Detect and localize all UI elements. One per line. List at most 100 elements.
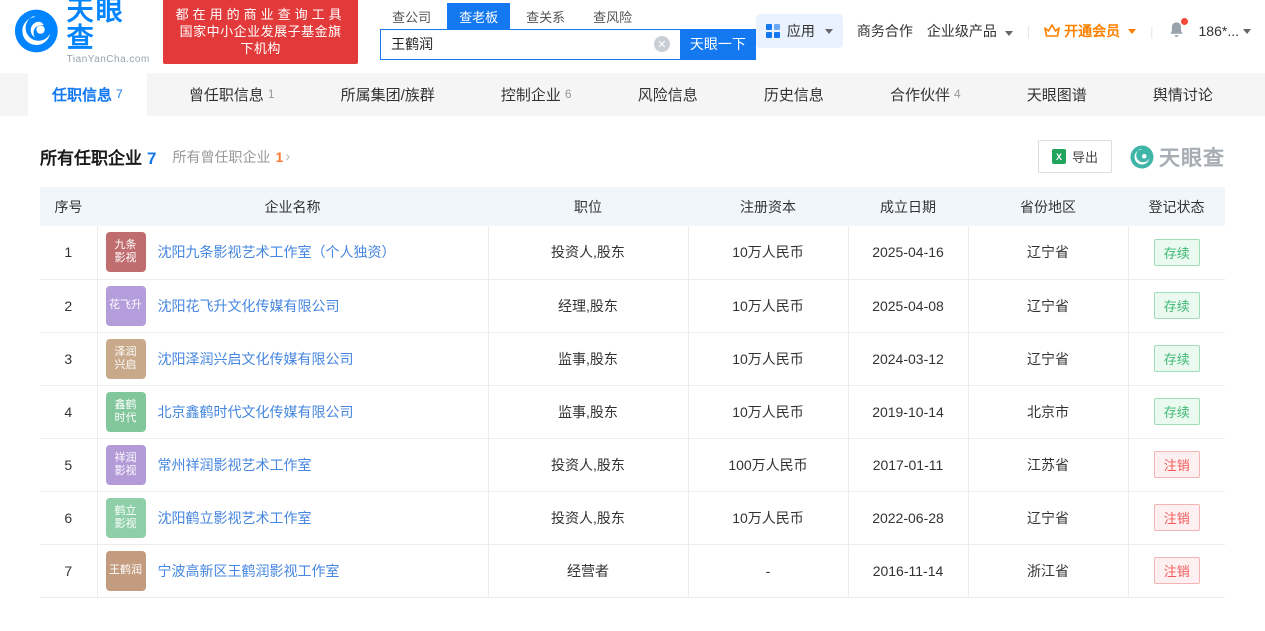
search-tab[interactable]: 查老板 bbox=[447, 2, 511, 29]
company-cell: 祥润 影视 常州祥润影视艺术工作室 bbox=[97, 438, 489, 492]
company-cell: 泽润 兴启 沈阳泽润兴启文化传媒有限公司 bbox=[97, 332, 489, 386]
search-tab[interactable]: 查公司 bbox=[380, 3, 443, 29]
capital-cell: 10万人民币 bbox=[688, 385, 849, 439]
detail-tab-label: 天眼图谱 bbox=[1026, 87, 1087, 104]
company-link[interactable]: 沈阳九条影视艺术工作室（个人独资） bbox=[158, 242, 396, 262]
company-link[interactable]: 沈阳鹤立影视艺术工作室 bbox=[158, 508, 312, 528]
detail-tab-bar: 任职信息 7 曾任职信息 1 所属集团/族群 控制企业 6 风险信息 历史信息 合作伙伴 4 天眼图谱… bbox=[0, 73, 1265, 116]
table-row: 5 祥润 影视 常州祥润影视艺术工作室 投资人,股东 100万人民币 2017-01-… bbox=[40, 438, 1225, 492]
search-tab[interactable]: 查关系 bbox=[514, 3, 577, 29]
company-link[interactable]: 常州祥润影视艺术工作室 bbox=[158, 455, 312, 475]
search-tab[interactable]: 查风险 bbox=[581, 3, 644, 29]
top-header: 天眼查 TianYanCha.com 都在用的商业查询工具 国家中小企业发展子基… bbox=[0, 0, 1265, 65]
date-cell: 2024-03-12 bbox=[848, 332, 969, 386]
detail-tab-label: 舆情讨论 bbox=[1152, 87, 1213, 104]
status-badge: 存续 bbox=[1153, 292, 1200, 319]
column-header: 职位 bbox=[488, 187, 688, 226]
date-cell: 2016-11-14 bbox=[848, 544, 969, 598]
company-logo: 鑫鹤 时代 bbox=[105, 391, 146, 432]
row-number: 4 bbox=[40, 385, 98, 439]
company-link[interactable]: 沈阳花飞升文化传媒有限公司 bbox=[158, 296, 340, 316]
company-link[interactable]: 沈阳泽润兴启文化传媒有限公司 bbox=[158, 349, 354, 369]
company-logo-text: 王鹤润 bbox=[109, 564, 142, 576]
chevron-down-icon bbox=[1128, 28, 1137, 34]
detail-tab[interactable]: 风险信息 bbox=[614, 73, 722, 116]
region-cell: 辽宁省 bbox=[968, 491, 1129, 545]
former-positions-count: 1 bbox=[275, 148, 284, 165]
company-logo-text: 泽润 bbox=[114, 345, 137, 358]
region-cell: 辽宁省 bbox=[968, 332, 1129, 386]
search-input[interactable] bbox=[391, 36, 654, 52]
watermark-text: 天眼查 bbox=[1159, 146, 1225, 170]
former-positions-link[interactable]: 所有曾任职企业 1 › bbox=[172, 147, 290, 167]
position-cell: 投资人,股东 bbox=[488, 491, 689, 545]
date-cell: 2017-01-11 bbox=[848, 438, 969, 492]
capital-cell: 100万人民币 bbox=[688, 438, 849, 492]
detail-tab-count: 6 bbox=[564, 86, 572, 101]
search-area: 查公司查老板查关系查风险 ✕ 天眼一下 bbox=[380, 2, 756, 60]
notifications-button[interactable] bbox=[1168, 18, 1188, 41]
row-number: 7 bbox=[40, 544, 98, 598]
detail-tab[interactable]: 控制企业 6 bbox=[477, 73, 596, 116]
detail-tab-label: 历史信息 bbox=[763, 87, 824, 104]
apps-menu[interactable]: 应用 bbox=[755, 14, 843, 48]
export-button[interactable]: X 导出 bbox=[1037, 140, 1112, 173]
tianyancha-logo-icon bbox=[14, 9, 58, 53]
detail-tab[interactable]: 任职信息 7 bbox=[28, 73, 147, 116]
position-cell: 监事,股东 bbox=[488, 332, 689, 386]
row-number: 3 bbox=[40, 332, 98, 386]
search-button[interactable]: 天眼一下 bbox=[679, 28, 756, 60]
detail-tab-count: 4 bbox=[953, 86, 961, 101]
company-cell: 鹤立 影视 沈阳鹤立影视艺术工作室 bbox=[97, 491, 489, 545]
column-header: 省份地区 bbox=[968, 187, 1128, 226]
table-row: 7 王鹤润 宁波高新区王鹤润影视工作室 经营者 -2016-11-14 浙江省 注销 bbox=[40, 544, 1225, 598]
capital-cell: 10万人民币 bbox=[688, 332, 849, 386]
chevron-right-icon: › bbox=[285, 148, 291, 165]
company-logo-text: 影视 bbox=[114, 464, 137, 477]
enterprise-products-link[interactable]: 企业级产品 bbox=[927, 21, 1013, 41]
detail-tab-label: 所属集团/族群 bbox=[340, 87, 435, 104]
company-link[interactable]: 北京鑫鹤时代文化传媒有限公司 bbox=[158, 402, 354, 422]
column-header: 企业名称 bbox=[97, 187, 488, 226]
status-badge: 存续 bbox=[1153, 398, 1200, 425]
status-cell: 存续 bbox=[1128, 385, 1225, 439]
status-cell: 存续 bbox=[1128, 279, 1225, 333]
logo-domain-text: TianYanCha.com bbox=[66, 53, 150, 65]
detail-tab-label: 合作伙伴 bbox=[889, 87, 950, 104]
detail-tab[interactable]: 历史信息 bbox=[740, 73, 848, 116]
position-cell: 投资人,股东 bbox=[488, 226, 689, 280]
detail-tab[interactable]: 合作伙伴 4 bbox=[866, 73, 985, 116]
excel-icon: X bbox=[1051, 149, 1066, 164]
detail-tab-count: 1 bbox=[267, 86, 275, 101]
promo-banner: 都在用的商业查询工具 国家中小企业发展子基金旗下机构 bbox=[163, 0, 359, 64]
business-cooperation-link[interactable]: 商务合作 bbox=[857, 21, 913, 41]
status-cell: 注销 bbox=[1128, 544, 1225, 598]
detail-tab-label: 任职信息 bbox=[52, 87, 113, 104]
capital-cell: - bbox=[688, 544, 849, 598]
company-link[interactable]: 宁波高新区王鹤润影视工作室 bbox=[158, 561, 340, 581]
tianyancha-logo[interactable]: 天眼查 TianYanCha.com bbox=[14, 0, 151, 65]
detail-tab[interactable]: 曾任职信息 1 bbox=[165, 73, 299, 116]
section-header: 所有任职企业 7 所有曾任职企业 1 › X 导出 天眼查 bbox=[0, 116, 1265, 187]
company-logo: 鹤立 影视 bbox=[105, 497, 146, 538]
chevron-down-icon bbox=[824, 28, 833, 34]
row-number: 5 bbox=[40, 438, 98, 492]
clear-search-icon[interactable]: ✕ bbox=[653, 36, 670, 52]
detail-tab[interactable]: 舆情讨论 bbox=[1129, 73, 1237, 116]
company-cell: 鑫鹤 时代 北京鑫鹤时代文化传媒有限公司 bbox=[97, 385, 489, 439]
date-cell: 2025-04-16 bbox=[848, 226, 969, 280]
row-number: 6 bbox=[40, 491, 98, 545]
detail-tab[interactable]: 天眼图谱 bbox=[1003, 73, 1111, 116]
column-header: 序号 bbox=[40, 187, 97, 226]
column-header: 登记状态 bbox=[1128, 187, 1225, 226]
detail-tab-label: 曾任职信息 bbox=[188, 87, 264, 104]
detail-tab[interactable]: 所属集团/族群 bbox=[317, 73, 459, 116]
detail-tab-label: 控制企业 bbox=[500, 87, 561, 104]
capital-cell: 10万人民币 bbox=[688, 491, 849, 545]
row-number: 1 bbox=[40, 226, 98, 280]
former-positions-label: 所有曾任职企业 bbox=[172, 148, 271, 165]
table-row: 1 九条 影视 沈阳九条影视艺术工作室（个人独资） 投资人,股东 10万人民币 202… bbox=[40, 226, 1225, 280]
account-menu[interactable]: 186*... bbox=[1199, 23, 1251, 39]
vip-upgrade-link[interactable]: 开通会员 bbox=[1044, 21, 1137, 41]
detail-tab-label: 风险信息 bbox=[637, 87, 698, 104]
